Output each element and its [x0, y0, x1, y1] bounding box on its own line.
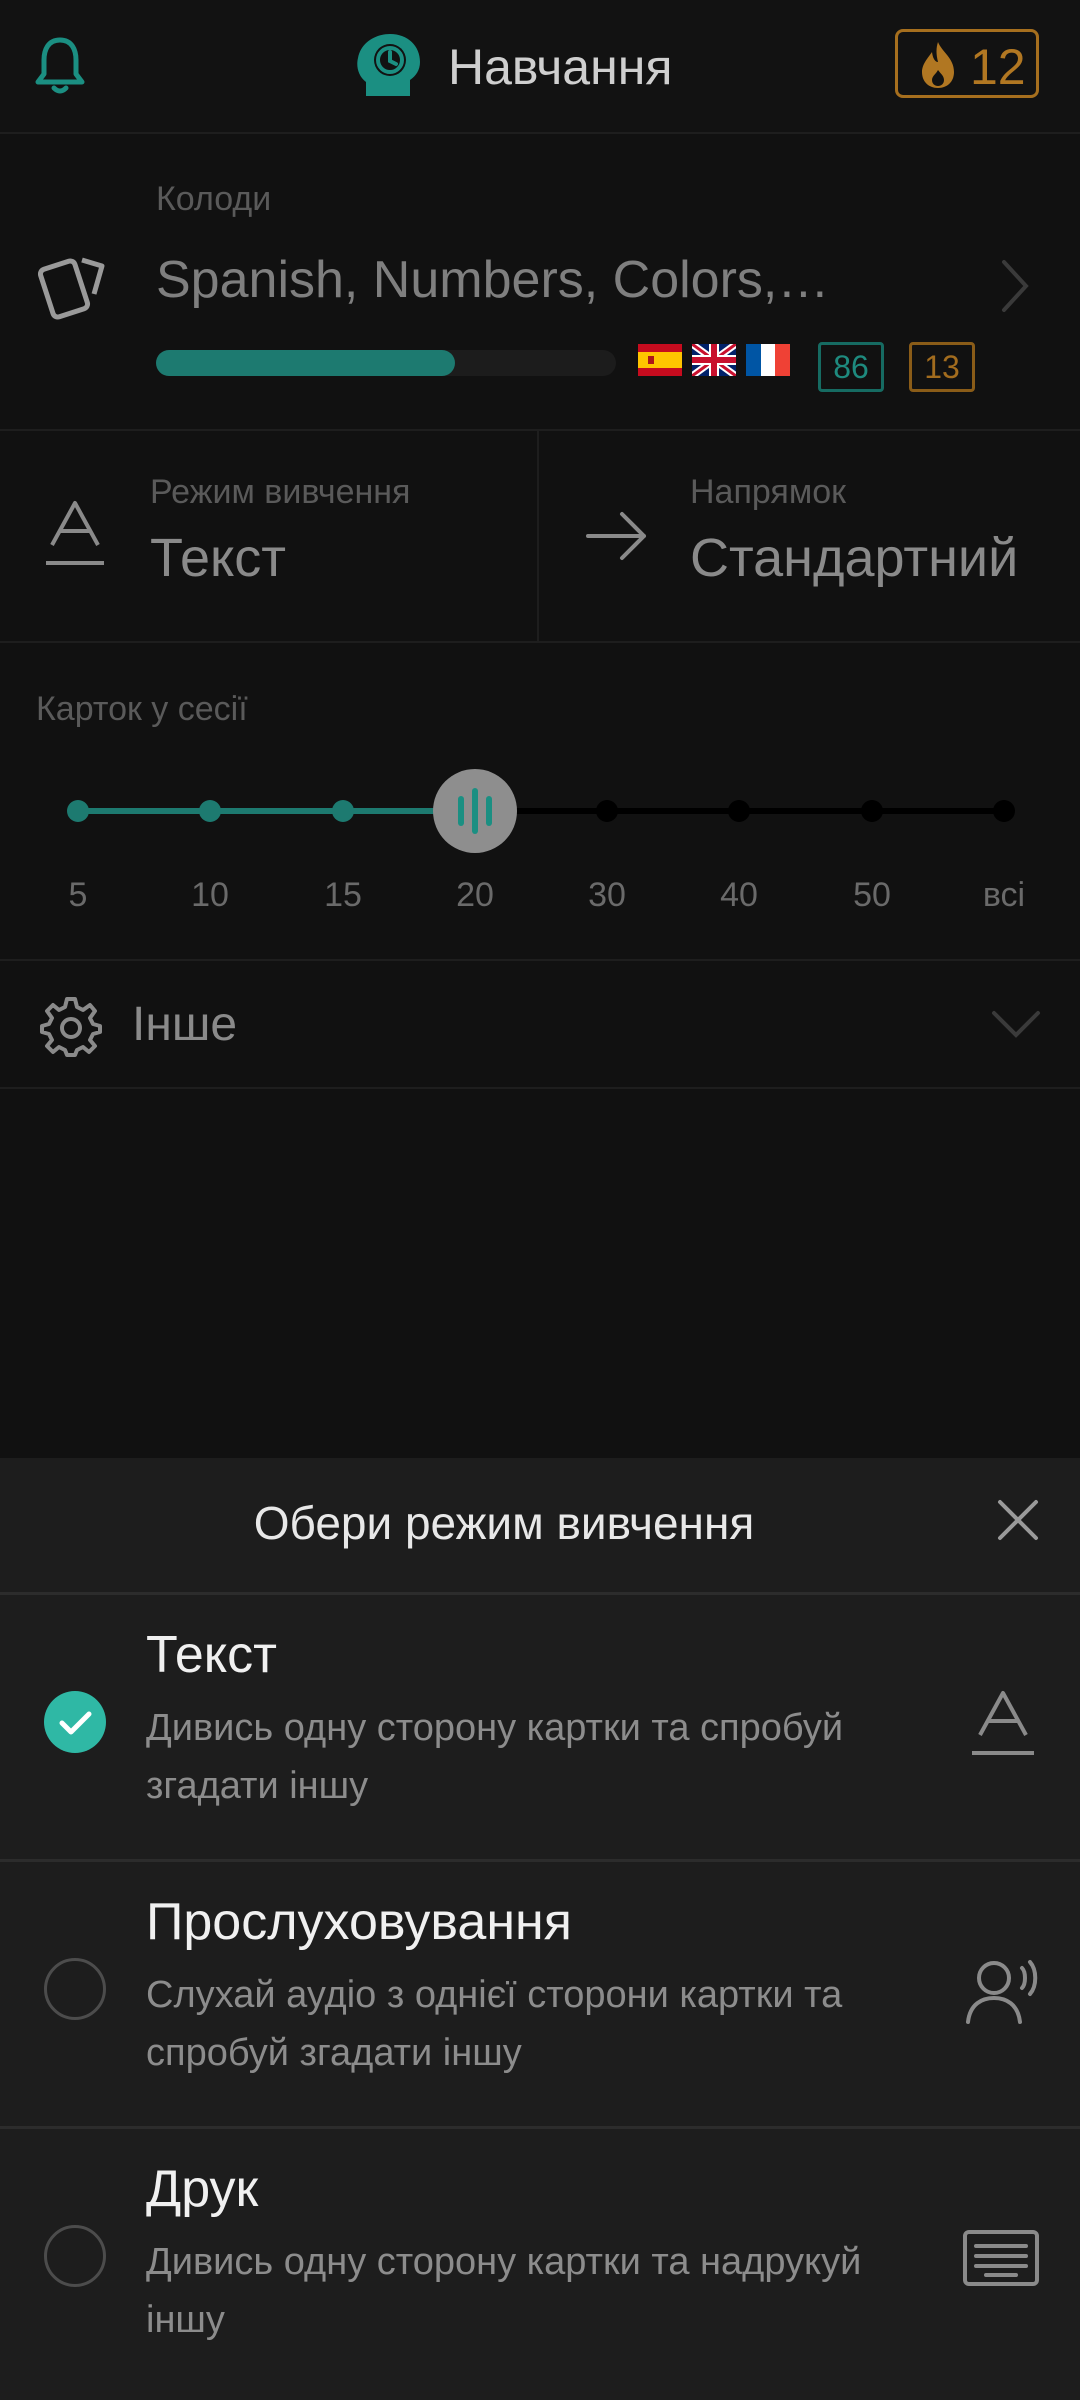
slider-tick-dot[interactable]	[728, 800, 750, 822]
slider-tick-label[interactable]: 50	[832, 876, 912, 915]
study-mode-value: Текст	[150, 528, 286, 588]
other-settings-row[interactable]: Інше	[0, 961, 1080, 1087]
study-mode-label: Режим вивчення	[150, 473, 411, 511]
speaking-person-icon	[962, 1954, 1042, 2028]
other-label: Інше	[132, 998, 238, 1051]
mode-option-text[interactable]: Текст Дивись одну сторону картки та спро…	[0, 1595, 1080, 1859]
slider-tick-label[interactable]: 5	[38, 876, 118, 915]
direction-button[interactable]: Напрямок Стандартний	[540, 431, 1080, 641]
uk-flag	[692, 344, 736, 376]
vertical-divider	[537, 431, 539, 641]
radio-selected[interactable]	[44, 1691, 106, 1753]
direction-value: Стандартний	[690, 528, 1019, 588]
page-title: Навчання	[448, 39, 673, 95]
option-description: Слухай аудіо з однієї сторони картки та …	[146, 1974, 843, 2074]
mode-option-listening[interactable]: Прослуховування Слухай аудіо з однієї ст…	[0, 1862, 1080, 2126]
slider-tick-label[interactable]: 30	[567, 876, 647, 915]
deck-progress-fill	[156, 350, 455, 376]
slider-tick-dot[interactable]	[67, 800, 89, 822]
direction-label: Напрямок	[690, 473, 846, 511]
slider-tick-label[interactable]: 10	[170, 876, 250, 915]
option-description: Дивись одну сторону картки та спробуй зг…	[146, 1707, 844, 1807]
keyboard-icon	[962, 2229, 1040, 2287]
other-divider	[0, 1087, 1080, 1089]
close-icon[interactable]	[996, 1498, 1040, 1542]
france-flag	[746, 344, 790, 376]
mode-option-typing[interactable]: Друк Дивись одну сторону картки та надру…	[0, 2129, 1080, 2393]
app-header: Навчання 12	[0, 0, 1080, 134]
slider-tick-label[interactable]: всі	[964, 876, 1044, 915]
text-format-icon	[44, 499, 106, 571]
chevron-down-icon	[990, 1009, 1042, 1039]
slider-tick-label[interactable]: 20	[435, 876, 515, 915]
slider-tick-dot[interactable]	[332, 800, 354, 822]
flame-icon	[916, 40, 960, 90]
sheet-title: Обери режим вивчення	[253, 1497, 755, 1549]
deck-names: Spanish, Numbers, Colors,…	[156, 251, 830, 309]
deck-count-badge-orange: 13	[909, 342, 975, 392]
slider-thumb[interactable]	[433, 769, 517, 853]
streak-badge[interactable]: 12	[895, 29, 1039, 98]
option-title: Друк	[146, 2160, 259, 2218]
deck-count-badge-green: 86	[818, 342, 884, 392]
study-mode-button[interactable]: Режим вивчення Текст	[0, 431, 538, 641]
text-format-icon	[970, 1687, 1036, 1759]
slider-track-active	[78, 808, 475, 814]
slider-tick-dot[interactable]	[993, 800, 1015, 822]
gear-icon	[40, 995, 102, 1057]
slider-tick-label[interactable]: 40	[699, 876, 779, 915]
streak-count: 12	[970, 39, 1026, 95]
decks-row[interactable]: Колоди Spanish, Numbers, Colors,… 86 13	[0, 134, 1080, 430]
session-label: Карток у сесії	[36, 690, 248, 728]
radio-unselected[interactable]	[44, 1958, 106, 2020]
slider-tick-dot[interactable]	[199, 800, 221, 822]
slider-tick-label[interactable]: 15	[303, 876, 383, 915]
decks-label: Колоди	[156, 180, 272, 218]
study-mode-sheet: Обери режим вивчення Текст Дивись одну с…	[0, 1458, 1080, 2400]
option-title: Прослуховування	[146, 1893, 572, 1951]
cards-icon	[37, 246, 118, 326]
bell-icon[interactable]	[32, 34, 88, 98]
spain-flag	[638, 344, 682, 376]
mode-divider	[0, 641, 1080, 643]
chevron-right-icon	[1000, 258, 1030, 314]
arrow-right-icon	[584, 509, 650, 563]
option-title: Текст	[146, 1626, 277, 1684]
radio-unselected[interactable]	[44, 2225, 106, 2287]
option-description: Дивись одну сторону картки та надрукуй і…	[146, 2241, 862, 2341]
slider-tick-dot[interactable]	[861, 800, 883, 822]
deck-progress-bar	[156, 350, 616, 376]
slider-tick-dot[interactable]	[596, 800, 618, 822]
brain-clock-icon	[352, 30, 426, 104]
